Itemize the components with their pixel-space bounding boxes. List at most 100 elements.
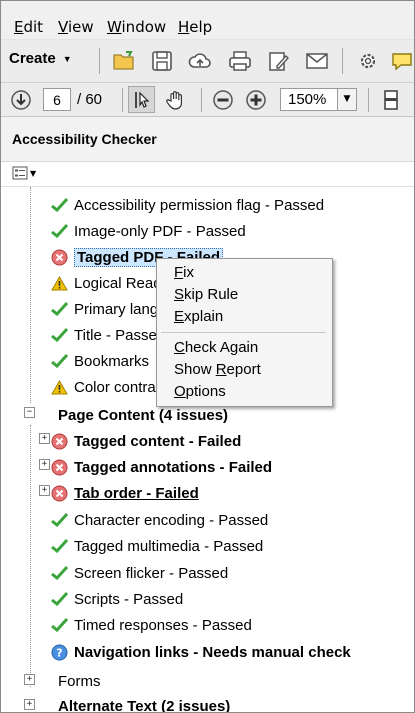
menu-window[interactable]: Window bbox=[107, 18, 166, 36]
menu-item-check-again[interactable]: Check Again bbox=[174, 339, 258, 356]
expand-icon[interactable]: + bbox=[24, 674, 35, 685]
check-passed-icon bbox=[51, 513, 68, 527]
fit-page-icon[interactable] bbox=[378, 88, 404, 112]
zoom-value: 150% bbox=[288, 91, 327, 108]
tree-group-label: Page Content (4 issues) bbox=[58, 406, 229, 424]
tree-item[interactable]: Tagged multimedia - Passed bbox=[51, 533, 263, 559]
tree-item[interactable]: Character encoding - Passed bbox=[51, 507, 268, 533]
toolbar-separator bbox=[201, 88, 202, 112]
tree-group-label: Forms bbox=[58, 672, 101, 690]
menu-view[interactable]: View bbox=[58, 18, 94, 36]
check-passed-icon bbox=[51, 592, 68, 606]
check-passed-icon bbox=[51, 302, 68, 316]
tree-group-alternate-text[interactable]: Alternate Text (2 issues) bbox=[52, 693, 230, 713]
next-page-icon[interactable] bbox=[9, 88, 33, 112]
panel-title: Accessibility Checker bbox=[12, 131, 157, 147]
error-failed-icon bbox=[51, 249, 68, 265]
edit-document-icon[interactable] bbox=[266, 48, 292, 74]
tree-item-label: Character encoding - Passed bbox=[74, 511, 269, 529]
tree-item[interactable]: Accessibility permission flag - Passed bbox=[51, 192, 324, 218]
tree-item-label: Scripts - Passed bbox=[74, 590, 184, 608]
options-menu-button[interactable]: ▼ bbox=[12, 166, 36, 180]
context-menu: Fix Skip Rule Explain Check Again Show R… bbox=[156, 258, 333, 407]
menu-item-skip-rule[interactable]: Skip Rule bbox=[174, 286, 238, 303]
chevron-down-icon: ▼ bbox=[62, 53, 72, 64]
menu-help[interactable]: Help bbox=[178, 18, 212, 36]
comment-icon[interactable] bbox=[389, 48, 414, 74]
check-passed-icon bbox=[51, 198, 68, 212]
hand-tool-icon[interactable] bbox=[163, 87, 189, 113]
select-tool-icon[interactable] bbox=[128, 86, 155, 113]
error-failed-icon bbox=[51, 459, 68, 475]
zoom-out-icon[interactable] bbox=[211, 88, 235, 112]
menu-item-show-report[interactable]: Show Report bbox=[174, 361, 261, 378]
save-icon[interactable] bbox=[149, 48, 175, 74]
toolbar-separator bbox=[99, 48, 100, 74]
tree-item-label: Tab order - Failed bbox=[74, 484, 199, 502]
help-manual-check-icon: ? bbox=[51, 644, 68, 660]
navigation-toolbar: / 60 150% ▼ bbox=[1, 83, 414, 117]
expand-icon[interactable]: + bbox=[39, 485, 50, 496]
menu-separator bbox=[161, 332, 326, 333]
tree-item-label: Image-only PDF - Passed bbox=[74, 222, 246, 240]
zoom-select[interactable]: 150% ▼ bbox=[280, 88, 357, 111]
tree-item[interactable]: Scripts - Passed bbox=[51, 586, 183, 612]
create-button[interactable]: Create ▼ bbox=[9, 50, 72, 67]
acrobat-window: Edit View Window Help Create ▼ 6 / 60 15… bbox=[0, 0, 415, 713]
tree-item-label: Screen flicker - Passed bbox=[74, 564, 229, 582]
tree-item[interactable]: Screen flicker - Passed bbox=[51, 560, 228, 586]
toolbar-separator bbox=[122, 88, 123, 112]
tree-group-forms[interactable]: Forms bbox=[52, 668, 101, 694]
check-passed-icon bbox=[51, 328, 68, 342]
create-label: Create bbox=[9, 50, 56, 67]
tree-item-label: Bookmarks bbox=[74, 352, 150, 370]
check-passed-icon bbox=[51, 566, 68, 580]
tree-item-label: Navigation links - Needs manual check bbox=[74, 643, 351, 661]
toolbar-separator bbox=[368, 88, 369, 112]
tree-item[interactable]: ? Navigation links - Needs manual check bbox=[51, 639, 351, 665]
chevron-down-icon[interactable]: ▼ bbox=[337, 89, 356, 110]
tree-item[interactable]: Color contrast bbox=[51, 374, 167, 400]
tree-item[interactable]: Timed responses - Passed bbox=[51, 612, 252, 638]
tree-item[interactable]: Tagged content - Failed bbox=[51, 428, 241, 454]
tree-item-label: Tagged multimedia - Passed bbox=[74, 537, 264, 555]
gear-icon[interactable] bbox=[355, 48, 381, 74]
tree-line bbox=[30, 187, 31, 403]
expand-icon[interactable]: + bbox=[24, 699, 35, 710]
tree-item-label: Tagged annotations - Failed bbox=[74, 458, 273, 476]
error-failed-icon bbox=[51, 485, 68, 501]
page-number-input[interactable] bbox=[43, 88, 71, 111]
expand-icon[interactable]: + bbox=[39, 459, 50, 470]
menu-edit[interactable]: Edit bbox=[14, 18, 43, 36]
accessibility-checker-header: Accessibility Checker bbox=[1, 117, 414, 162]
tree-item-label: Timed responses - Passed bbox=[74, 616, 252, 634]
zoom-in-icon[interactable] bbox=[244, 88, 268, 112]
tree-item[interactable]: Tagged annotations - Failed bbox=[51, 454, 272, 480]
collapse-icon[interactable]: − bbox=[24, 407, 35, 418]
check-passed-icon bbox=[51, 354, 68, 368]
tree-item[interactable]: Image-only PDF - Passed bbox=[51, 218, 246, 244]
panel-options-row: ▼ bbox=[1, 162, 414, 187]
list-options-icon bbox=[12, 166, 28, 180]
check-passed-icon bbox=[51, 224, 68, 238]
tree-line bbox=[30, 425, 31, 687]
tree-item[interactable]: Tab order - Failed bbox=[51, 480, 199, 506]
menu-item-fix[interactable]: Fix bbox=[174, 264, 194, 281]
tree-item-label: Title - Passed bbox=[74, 326, 166, 344]
svg-text:?: ? bbox=[56, 646, 62, 659]
open-folder-icon[interactable] bbox=[111, 48, 137, 74]
check-passed-icon bbox=[51, 618, 68, 632]
cloud-upload-icon[interactable] bbox=[187, 48, 213, 74]
tree-item[interactable]: Bookmarks bbox=[51, 348, 149, 374]
expand-icon[interactable]: + bbox=[39, 433, 50, 444]
menu-bar: Edit View Window Help bbox=[1, 1, 414, 40]
menu-item-options[interactable]: Options bbox=[174, 383, 226, 400]
print-icon[interactable] bbox=[227, 48, 253, 74]
main-toolbar: Create ▼ bbox=[1, 40, 414, 83]
check-passed-icon bbox=[51, 539, 68, 553]
warning-icon bbox=[51, 275, 68, 290]
tree-item[interactable]: Title - Passed bbox=[51, 322, 165, 348]
menu-item-explain[interactable]: Explain bbox=[174, 308, 223, 325]
email-icon[interactable] bbox=[304, 48, 330, 74]
warning-icon bbox=[51, 379, 68, 394]
